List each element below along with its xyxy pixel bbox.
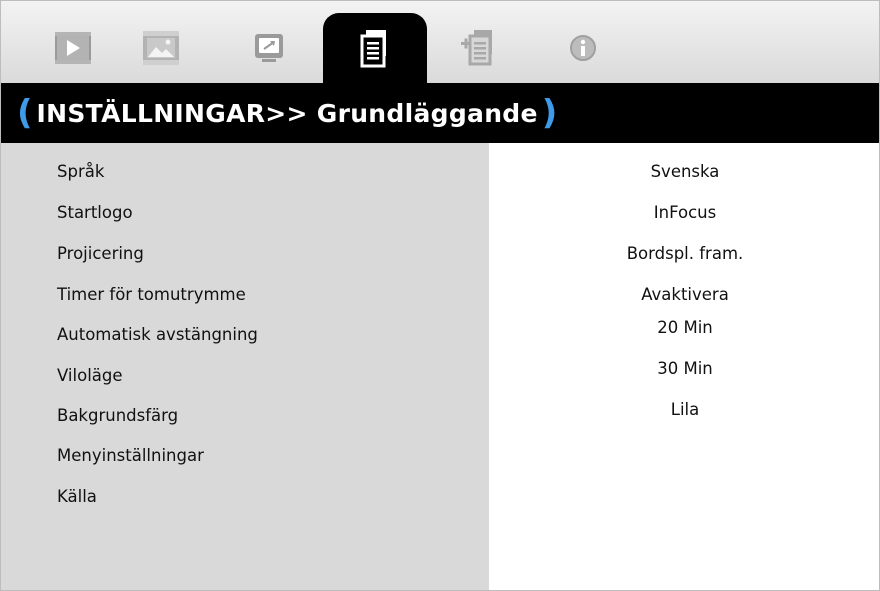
tab-screen[interactable] — [217, 13, 321, 83]
title-close-paren: ) — [541, 93, 558, 133]
setting-label-blank-timer[interactable]: Timer för tomutrymme — [57, 285, 246, 305]
setting-label-source[interactable]: Källa — [57, 487, 97, 507]
page-title-bar: ( INSTÄLLNINGAR>> Grundläggande ) — [1, 83, 879, 143]
tab-setup-basic[interactable] — [323, 13, 427, 83]
document-icon — [360, 30, 386, 68]
info-icon — [570, 35, 596, 61]
picture-icon — [143, 31, 179, 65]
page-title: INSTÄLLNINGAR>> Grundläggande — [36, 98, 538, 128]
setting-label-background-color[interactable]: Bakgrundsfärg — [57, 406, 178, 426]
setting-value-sleep-mode[interactable]: 30 Min — [489, 359, 879, 379]
setting-label-projection[interactable]: Projicering — [57, 244, 144, 264]
setting-label-auto-power-off[interactable]: Automatisk avstängning — [57, 325, 258, 345]
tab-info[interactable] — [531, 13, 635, 83]
setting-label-startlogo[interactable]: Startlogo — [57, 203, 133, 223]
setting-label-menu-settings[interactable]: Menyinställningar — [57, 446, 204, 466]
play-icon — [55, 32, 91, 64]
document-plus-icon — [461, 30, 492, 66]
setting-value-auto-power-off[interactable]: 20 Min — [489, 318, 879, 338]
setting-value-blank-timer[interactable]: Avaktivera — [489, 285, 879, 305]
monitor-icon — [255, 34, 283, 62]
osd-menu: ( INSTÄLLNINGAR>> Grundläggande ) Språk … — [0, 0, 880, 591]
tab-bar — [1, 1, 879, 83]
setting-value-projection[interactable]: Bordspl. fram. — [489, 244, 879, 264]
setting-value-background-color[interactable]: Lila — [489, 400, 879, 420]
title-open-paren: ( — [17, 93, 33, 133]
setting-value-startlogo[interactable]: InFocus — [489, 203, 879, 223]
tab-setup-advanced[interactable] — [427, 13, 531, 83]
setting-label-sleep-mode[interactable]: Viloläge — [57, 366, 123, 386]
setting-value-language[interactable]: Svenska — [489, 162, 879, 182]
setting-label-language[interactable]: Språk — [57, 162, 104, 182]
tab-display[interactable] — [109, 13, 213, 83]
